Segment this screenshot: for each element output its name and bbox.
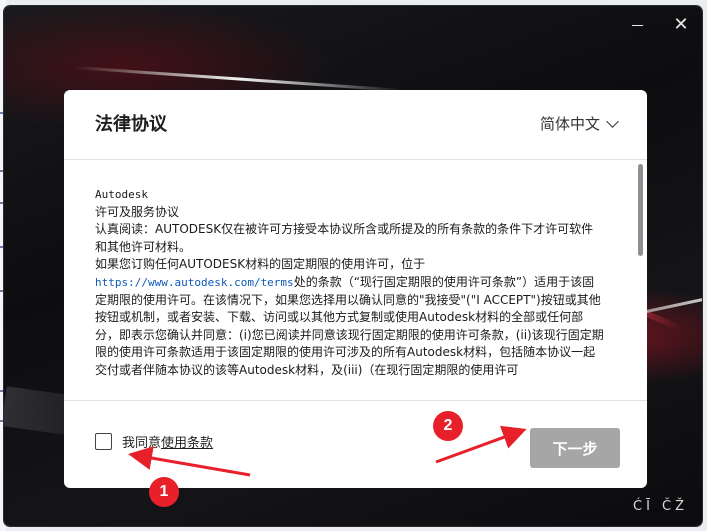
divider bbox=[64, 159, 647, 160]
minimize-icon bbox=[632, 25, 643, 26]
license-line: 认真阅读：AUTODESK仅在被许可方接受本协议所含或所提及的所有条款的条件下才… bbox=[95, 222, 594, 254]
dialog-title: 法律协议 bbox=[95, 114, 167, 135]
license-line: Autodesk bbox=[95, 188, 148, 201]
annotation-marker-1: 1 bbox=[149, 477, 179, 507]
decorative-streak bbox=[73, 66, 404, 93]
license-text: Autodesk 许可及服务协议 认真阅读：AUTODESK仅在被许可方接受本协… bbox=[95, 186, 605, 398]
annotation-marker-2: 2 bbox=[433, 411, 463, 441]
agree-checkbox[interactable] bbox=[95, 433, 112, 450]
scrollbar-thumb[interactable] bbox=[638, 164, 643, 256]
terms-of-use-link[interactable]: 使用条款 bbox=[161, 436, 213, 451]
next-button[interactable]: 下一步 bbox=[530, 428, 620, 468]
license-line: 如果您订购任何AUTODESK材料的固定期限的使用许可，位于 bbox=[95, 257, 426, 272]
minimize-button[interactable] bbox=[622, 12, 652, 38]
agree-label-text: 我同意 bbox=[122, 436, 162, 451]
license-line: 许可及服务协议 bbox=[95, 204, 180, 219]
divider bbox=[64, 400, 647, 401]
close-icon: ✕ bbox=[673, 14, 689, 35]
installer-window: ✕ 法律协议 简体中文 Autodesk 许可及服务协议 认真阅读：AUTODE… bbox=[4, 6, 702, 526]
license-paragraph: https://www.autodesk.com/terms处的条款（“现行固定… bbox=[95, 274, 605, 380]
close-button[interactable]: ✕ bbox=[666, 12, 696, 38]
language-dropdown[interactable]: 简体中文 bbox=[539, 113, 619, 134]
terms-link[interactable]: https://www.autodesk.com/terms bbox=[95, 276, 294, 289]
scrollbar[interactable] bbox=[638, 162, 643, 398]
language-label: 简体中文 bbox=[539, 115, 600, 133]
bottom-status-glyphs: ĆĪ ČŽ bbox=[633, 499, 689, 514]
agree-label: 我同意使用条款 bbox=[122, 432, 213, 451]
license-text-continued: 处的条款（“现行固定期限的使用许可条款”）适用于该固定期限的使用许可。在该情况下… bbox=[95, 274, 604, 377]
agree-row: 我同意使用条款 bbox=[95, 432, 213, 451]
legal-agreement-dialog: 法律协议 简体中文 Autodesk 许可及服务协议 认真阅读：AUTODESK… bbox=[64, 90, 647, 488]
chevron-down-icon bbox=[606, 114, 619, 128]
